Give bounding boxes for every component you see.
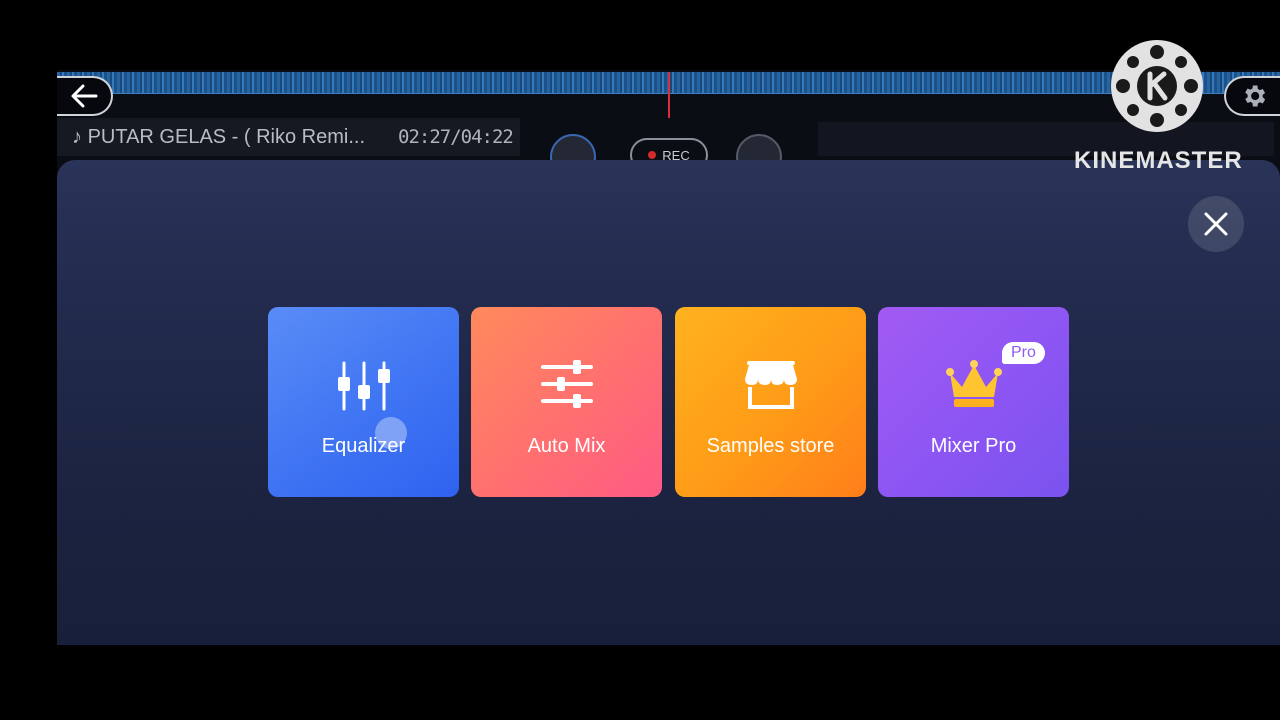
touch-indicator bbox=[375, 417, 407, 449]
kinemaster-watermark-text: KINEMASTER bbox=[1074, 147, 1243, 174]
gear-icon bbox=[1245, 85, 1266, 107]
equalizer-sliders-icon bbox=[268, 359, 459, 413]
auto-mix-label: Auto Mix bbox=[527, 435, 606, 457]
equalizer-label: Equalizer bbox=[321, 435, 406, 457]
close-icon bbox=[1204, 212, 1228, 236]
settings-button[interactable] bbox=[1224, 76, 1280, 116]
equalizer-tile[interactable]: Equalizer bbox=[268, 307, 459, 497]
mixer-pro-tile[interactable]: Pro Mixer Pro bbox=[878, 307, 1069, 497]
close-button[interactable] bbox=[1188, 196, 1244, 252]
record-dot-icon bbox=[648, 151, 657, 159]
track-title: ♪ PUTAR GELAS - ( Riko Remi... bbox=[72, 126, 365, 149]
back-button[interactable] bbox=[57, 76, 113, 116]
auto-mix-tile[interactable]: Auto Mix bbox=[471, 307, 662, 497]
horizontal-sliders-icon bbox=[471, 359, 662, 409]
arrow-left-icon bbox=[71, 84, 98, 108]
music-note-icon: ♪ bbox=[72, 126, 82, 148]
track-title-text: PUTAR GELAS - ( Riko Remi... bbox=[87, 126, 366, 148]
mixer-pro-label: Mixer Pro bbox=[930, 435, 1017, 457]
samples-store-label: Samples store bbox=[706, 435, 835, 457]
playhead-marker bbox=[668, 72, 670, 118]
track-time: 02:27/04:22 bbox=[398, 126, 514, 148]
kinemaster-logo-icon bbox=[1108, 38, 1206, 134]
crown-icon bbox=[878, 359, 1069, 411]
store-icon bbox=[675, 359, 866, 411]
samples-store-tile[interactable]: Samples store bbox=[675, 307, 866, 497]
tools-menu-overlay bbox=[57, 160, 1280, 645]
